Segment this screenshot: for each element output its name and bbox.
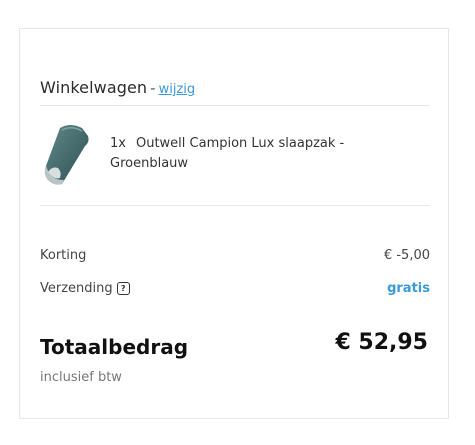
divider	[40, 205, 430, 206]
edit-cart-link[interactable]: wijzig	[159, 82, 196, 97]
divider	[40, 105, 430, 106]
shipping-label: Verzending	[40, 281, 113, 296]
total-value: € 52,95	[335, 330, 428, 355]
product-description: 1x Outwell Campion Lux slaapzak - Groenbl…	[110, 134, 400, 174]
vat-note: inclusief btw	[40, 370, 122, 385]
shipping-value: gratis	[387, 281, 430, 296]
cart-header: Winkelwagen - wijzig	[40, 78, 430, 97]
shipping-row: Verzending? gratis	[40, 281, 430, 301]
discount-label: Korting	[40, 248, 87, 263]
question-mark-icon[interactable]: ?	[116, 282, 130, 295]
discount-row: Korting € -5,00	[40, 248, 430, 268]
cart-title: Winkelwagen	[40, 78, 148, 97]
shipping-label-wrap: Verzending?	[40, 281, 130, 296]
cart-title-separator: -	[150, 79, 156, 97]
discount-value: € -5,00	[383, 248, 430, 263]
product-quantity: 1x	[110, 136, 126, 151]
cart-summary-card: Winkelwagen - wijzig 1x Outwell Campion Lux…	[19, 28, 449, 419]
product-name: Outwell Campion Lux slaapzak - Groenblau…	[110, 136, 345, 171]
cart-product: 1x Outwell Campion Lux slaapzak - Groenbl…	[40, 122, 430, 186]
sleeping-bag-image	[44, 125, 89, 185]
total-label: Totaalbedrag	[40, 335, 189, 359]
